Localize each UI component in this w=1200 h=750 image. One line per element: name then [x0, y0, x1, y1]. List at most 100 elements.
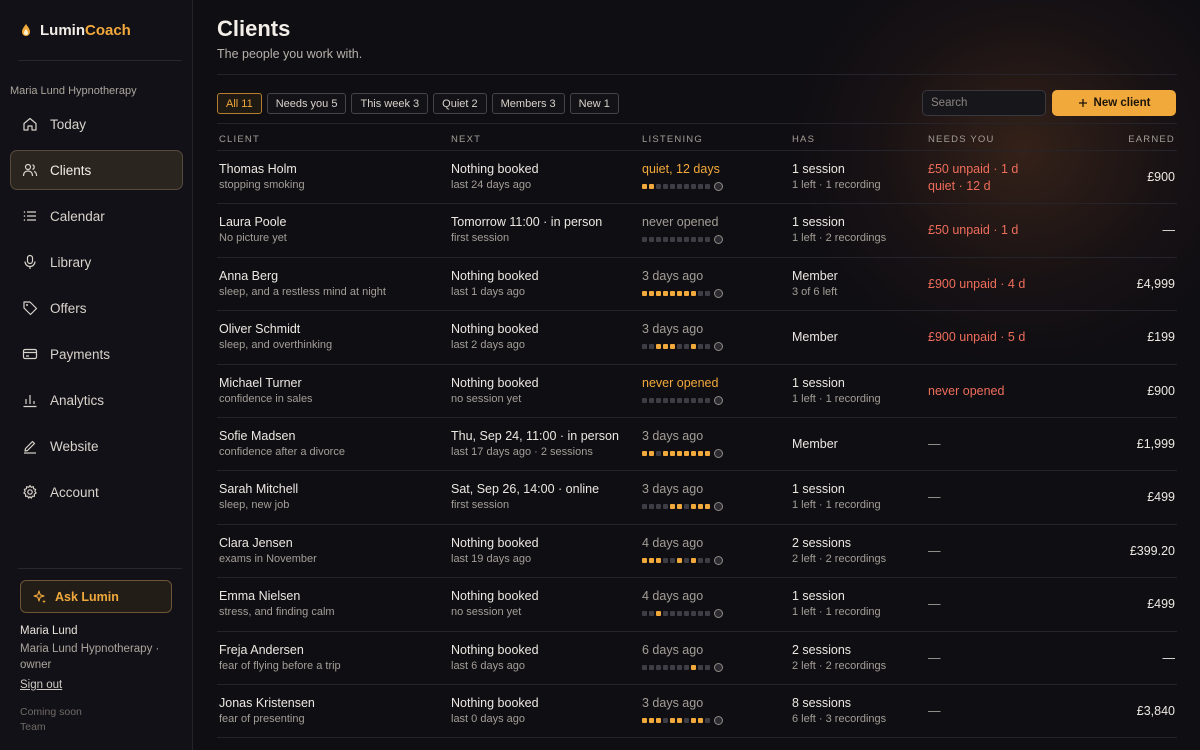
column-header-has: HAS [792, 134, 816, 145]
activity-dot [691, 397, 696, 403]
table-row[interactable]: Clara Jensen exams in November Nothing boo… [217, 525, 1177, 579]
client-topic: exams in November [219, 552, 317, 565]
activity-dot [670, 290, 675, 296]
client-name[interactable]: Emma Nielsen [219, 589, 300, 603]
activity-dot [649, 344, 654, 350]
activity-dot [705, 557, 710, 563]
activity-dot [677, 611, 682, 617]
table-row[interactable]: Oliver Schmidt sleep, and overthinking Not… [217, 311, 1177, 365]
activity-dot [642, 611, 647, 617]
table-row[interactable]: Sofie Madsen confidence after a divorce Th… [217, 418, 1177, 472]
needs-you-status: — [928, 597, 941, 612]
sidebar-item-analytics[interactable]: Analytics [10, 380, 183, 420]
needs-you-status: £900 unpaid · 4 d [928, 276, 1026, 291]
activity-dot [698, 611, 703, 617]
next-booking: Nothing booked [451, 535, 539, 550]
search-input[interactable] [922, 90, 1046, 116]
activity-dot [656, 557, 661, 563]
filter-chip-all[interactable]: All 11 [217, 93, 262, 114]
sidebar-item-website[interactable]: Website [10, 426, 183, 466]
activity-dot [684, 184, 689, 189]
sign-out-link[interactable]: Sign out [20, 679, 62, 691]
client-name[interactable]: Michael Turner [219, 376, 302, 390]
activity-dot [642, 237, 647, 243]
client-name[interactable]: Clara Jensen [219, 536, 293, 550]
activity-dot [698, 237, 703, 243]
activity-dot [649, 557, 654, 563]
table-row[interactable]: Thomas Holm stopping smoking Nothing booke… [217, 151, 1177, 205]
client-topic: stopping smoking [219, 179, 305, 191]
next-booking: Thu, Sep 24, 11:00 · in person [451, 428, 619, 443]
activity-dot [656, 664, 661, 670]
card-icon [22, 348, 38, 360]
activity-dot [677, 344, 682, 350]
activity-end-marker [714, 448, 723, 458]
activity-end-marker [714, 182, 723, 191]
activity-dot [677, 290, 682, 296]
client-name[interactable]: Thomas Holm [219, 162, 297, 176]
client-name[interactable]: Sarah Mitchell [219, 482, 298, 496]
activity-dot [656, 717, 661, 723]
activity-end-marker [714, 502, 723, 512]
page-subtitle: The people you work with. [217, 47, 363, 61]
listening-status: 3 days ago [642, 695, 704, 710]
activity-dot [663, 611, 668, 617]
activity-end-marker [714, 342, 723, 352]
column-header-client: CLIENT [219, 134, 260, 145]
sidebar-item-clients[interactable]: Clients [10, 150, 183, 190]
activity-dot [642, 664, 647, 670]
filter-chip-needs-you[interactable]: Needs you 5 [266, 93, 347, 114]
activity-dot [656, 290, 661, 296]
next-booking: Nothing booked [451, 162, 539, 176]
activity-dot [684, 557, 689, 563]
needs-you-status: — [928, 436, 941, 451]
activity-dot [656, 184, 661, 189]
table-row[interactable]: Anna Berg sleep, and a restless mind at n… [217, 258, 1177, 312]
activity-end-marker [714, 715, 723, 725]
activity-dot [649, 611, 654, 617]
listening-activity [642, 715, 723, 725]
team-label: Team [20, 721, 46, 733]
listening-status: never opened [642, 375, 719, 390]
client-name[interactable]: Jonas Kristensen [219, 696, 315, 710]
activity-end-marker [714, 235, 723, 245]
listening-status: 6 days ago [642, 642, 704, 657]
client-name[interactable]: Oliver Schmidt [219, 322, 300, 336]
table-row[interactable]: Michael Turner confidence in sales Nothing… [217, 365, 1177, 418]
sidebar-item-payments[interactable]: Payments [10, 334, 183, 374]
sidebar-item-library[interactable]: Library [10, 242, 183, 282]
has-detail: 1 left · 1 recording [792, 606, 881, 619]
table-row[interactable]: Laura Poole No picture yet Tomorrow 11:00 … [217, 204, 1177, 258]
activity-dot [642, 344, 647, 350]
client-name[interactable]: Sofie Madsen [219, 429, 295, 443]
new-client-button[interactable]: New client [1052, 90, 1176, 116]
filter-chip-quiet[interactable]: Quiet 2 [433, 93, 487, 114]
activity-dot [649, 184, 654, 189]
filter-chip-members[interactable]: Members 3 [491, 93, 565, 114]
table-row[interactable]: Freja Andersen fear of flying before a tr… [217, 632, 1177, 685]
activity-dot [656, 397, 661, 403]
client-topic: confidence in sales [219, 392, 313, 405]
filter-chip-new[interactable]: New 1 [569, 93, 619, 114]
activity-dot [698, 717, 703, 723]
table-row[interactable]: Jonas Kristensen fear of presenting Nothin… [217, 685, 1177, 739]
main-content: Clients The people you work with. All 11… [193, 0, 1200, 750]
table-row[interactable]: Emma Nielsen stress, and finding calm Noth… [217, 578, 1177, 632]
sidebar-item-account[interactable]: Account [10, 472, 183, 512]
sidebar-item-label: Payments [50, 346, 111, 362]
client-name[interactable]: Laura Poole [219, 215, 286, 229]
activity-dot [691, 344, 696, 350]
filter-chip-this-week[interactable]: This week 3 [351, 93, 429, 114]
activity-dot [677, 450, 682, 456]
sidebar-item-calendar[interactable]: Calendar [10, 196, 183, 236]
sidebar-item-today[interactable]: Today [10, 104, 183, 144]
plus-icon [1078, 99, 1087, 107]
client-name[interactable]: Freja Andersen [219, 643, 304, 657]
table-row[interactable]: Sarah Mitchell sleep, new job Sat, Sep 26,… [217, 471, 1177, 525]
ask-lumin-button[interactable]: Ask Lumin [20, 580, 172, 613]
logo[interactable]: LuminCoach [20, 20, 131, 40]
sidebar-item-offers[interactable]: Offers [10, 288, 183, 328]
client-name[interactable]: Anna Berg [219, 269, 278, 283]
activity-dot [698, 450, 703, 456]
has-summary: 1 session [792, 215, 845, 230]
